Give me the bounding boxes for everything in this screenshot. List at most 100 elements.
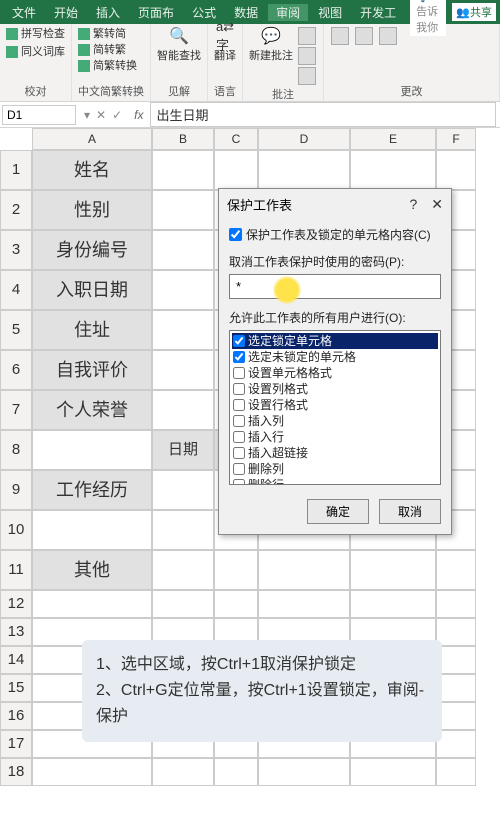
cell[interactable]: [436, 646, 476, 674]
help-button[interactable]: ?: [409, 196, 417, 213]
cell[interactable]: 姓名: [32, 150, 152, 190]
col-header-a[interactable]: A: [32, 128, 152, 150]
thesaurus-button[interactable]: 同义词库: [6, 44, 65, 60]
new-comment-button[interactable]: 💬 新建批注: [249, 26, 293, 63]
cancel-button[interactable]: 取消: [379, 499, 441, 524]
cell[interactable]: 性别: [32, 190, 152, 230]
protect-sheet-button[interactable]: [331, 27, 349, 45]
row-header[interactable]: 10: [0, 510, 32, 550]
share-workbook-button[interactable]: [379, 27, 397, 45]
translate-button[interactable]: a⇄字 翻译: [214, 26, 236, 63]
permission-item[interactable]: 选定未锁定的单元格: [232, 349, 438, 365]
cell[interactable]: [436, 618, 476, 646]
row-header[interactable]: 8: [0, 430, 32, 470]
cell[interactable]: [258, 550, 350, 590]
cell[interactable]: [32, 758, 152, 786]
tab-view[interactable]: 视图: [310, 4, 350, 21]
cell[interactable]: [152, 350, 214, 390]
cell[interactable]: 工作经历: [32, 470, 152, 510]
cell[interactable]: [152, 150, 214, 190]
cell[interactable]: [258, 590, 350, 618]
protect-content-checkbox-row[interactable]: 保护工作表及锁定的单元格内容(C): [229, 226, 441, 243]
row-header[interactable]: 14: [0, 646, 32, 674]
cell[interactable]: [152, 310, 214, 350]
cell[interactable]: [214, 590, 258, 618]
permission-item[interactable]: 选定锁定单元格: [232, 333, 438, 349]
permission-item[interactable]: 设置列格式: [232, 381, 438, 397]
cell[interactable]: [436, 150, 476, 190]
cell[interactable]: [350, 150, 436, 190]
cell[interactable]: [350, 550, 436, 590]
row-header[interactable]: 6: [0, 350, 32, 390]
permission-item[interactable]: 删除行: [232, 477, 438, 485]
permission-checkbox[interactable]: [233, 415, 245, 427]
cell[interactable]: [258, 150, 350, 190]
cell[interactable]: [152, 550, 214, 590]
cell[interactable]: [350, 758, 436, 786]
next-comment-button[interactable]: [298, 47, 316, 65]
share-button[interactable]: 👥共享: [452, 3, 496, 21]
permission-item[interactable]: 设置单元格格式: [232, 365, 438, 381]
cell[interactable]: [152, 590, 214, 618]
cell[interactable]: [152, 390, 214, 430]
cell[interactable]: [152, 190, 214, 230]
col-header-f[interactable]: F: [436, 128, 476, 150]
cell[interactable]: 个人荣誉: [32, 390, 152, 430]
permission-item[interactable]: 设置行格式: [232, 397, 438, 413]
cell[interactable]: [152, 470, 214, 510]
col-header-b[interactable]: B: [152, 128, 214, 150]
simp-to-trad-button[interactable]: 简转繁: [78, 42, 126, 58]
permission-checkbox[interactable]: [233, 383, 245, 395]
prev-comment-button[interactable]: [298, 27, 316, 45]
row-header[interactable]: 13: [0, 618, 32, 646]
cell[interactable]: [436, 550, 476, 590]
permission-checkbox[interactable]: [233, 463, 245, 475]
cell[interactable]: [258, 758, 350, 786]
row-header[interactable]: 11: [0, 550, 32, 590]
cell[interactable]: 自我评价: [32, 350, 152, 390]
trad-to-simp-button[interactable]: 繁转简: [78, 26, 126, 42]
enter-icon[interactable]: ✓: [112, 108, 122, 122]
cell[interactable]: [152, 230, 214, 270]
row-header[interactable]: 2: [0, 190, 32, 230]
tab-dev[interactable]: 开发工: [352, 4, 404, 21]
row-header[interactable]: 12: [0, 590, 32, 618]
row-header[interactable]: 9: [0, 470, 32, 510]
dropdown-icon[interactable]: ▾: [84, 108, 90, 122]
row-header[interactable]: 16: [0, 702, 32, 730]
cancel-icon[interactable]: ✕: [96, 108, 106, 122]
dialog-titlebar[interactable]: 保护工作表 ? ✕: [219, 189, 451, 220]
smart-lookup-button[interactable]: 🔍 智能查找: [157, 26, 201, 63]
permission-item[interactable]: 插入行: [232, 429, 438, 445]
row-header[interactable]: 5: [0, 310, 32, 350]
convert-button[interactable]: 简繁转换: [78, 58, 137, 74]
spellcheck-button[interactable]: 拼写检查: [6, 26, 65, 42]
permission-checkbox[interactable]: [233, 479, 245, 485]
row-header[interactable]: 18: [0, 758, 32, 786]
close-button[interactable]: ✕: [431, 196, 443, 213]
cell[interactable]: [32, 590, 152, 618]
cell[interactable]: 住址: [32, 310, 152, 350]
row-header[interactable]: 1: [0, 150, 32, 190]
cell[interactable]: [214, 758, 258, 786]
cell[interactable]: [350, 590, 436, 618]
permission-checkbox[interactable]: [233, 367, 245, 379]
cell[interactable]: [436, 730, 476, 758]
cell[interactable]: 身份编号: [32, 230, 152, 270]
permission-checkbox[interactable]: [233, 351, 245, 363]
permission-item[interactable]: 删除列: [232, 461, 438, 477]
cell[interactable]: [32, 430, 152, 470]
permission-item[interactable]: 插入超链接: [232, 445, 438, 461]
row-header[interactable]: 17: [0, 730, 32, 758]
cell[interactable]: 其他: [32, 550, 152, 590]
row-header[interactable]: 15: [0, 674, 32, 702]
cell[interactable]: 入职日期: [32, 270, 152, 310]
col-header-e[interactable]: E: [350, 128, 436, 150]
permission-checkbox[interactable]: [233, 399, 245, 411]
cell[interactable]: [214, 150, 258, 190]
cell[interactable]: [436, 702, 476, 730]
cell[interactable]: [436, 758, 476, 786]
tab-layout[interactable]: 页面布: [130, 4, 182, 21]
ok-button[interactable]: 确定: [307, 499, 369, 524]
fx-icon[interactable]: fx: [128, 108, 149, 122]
